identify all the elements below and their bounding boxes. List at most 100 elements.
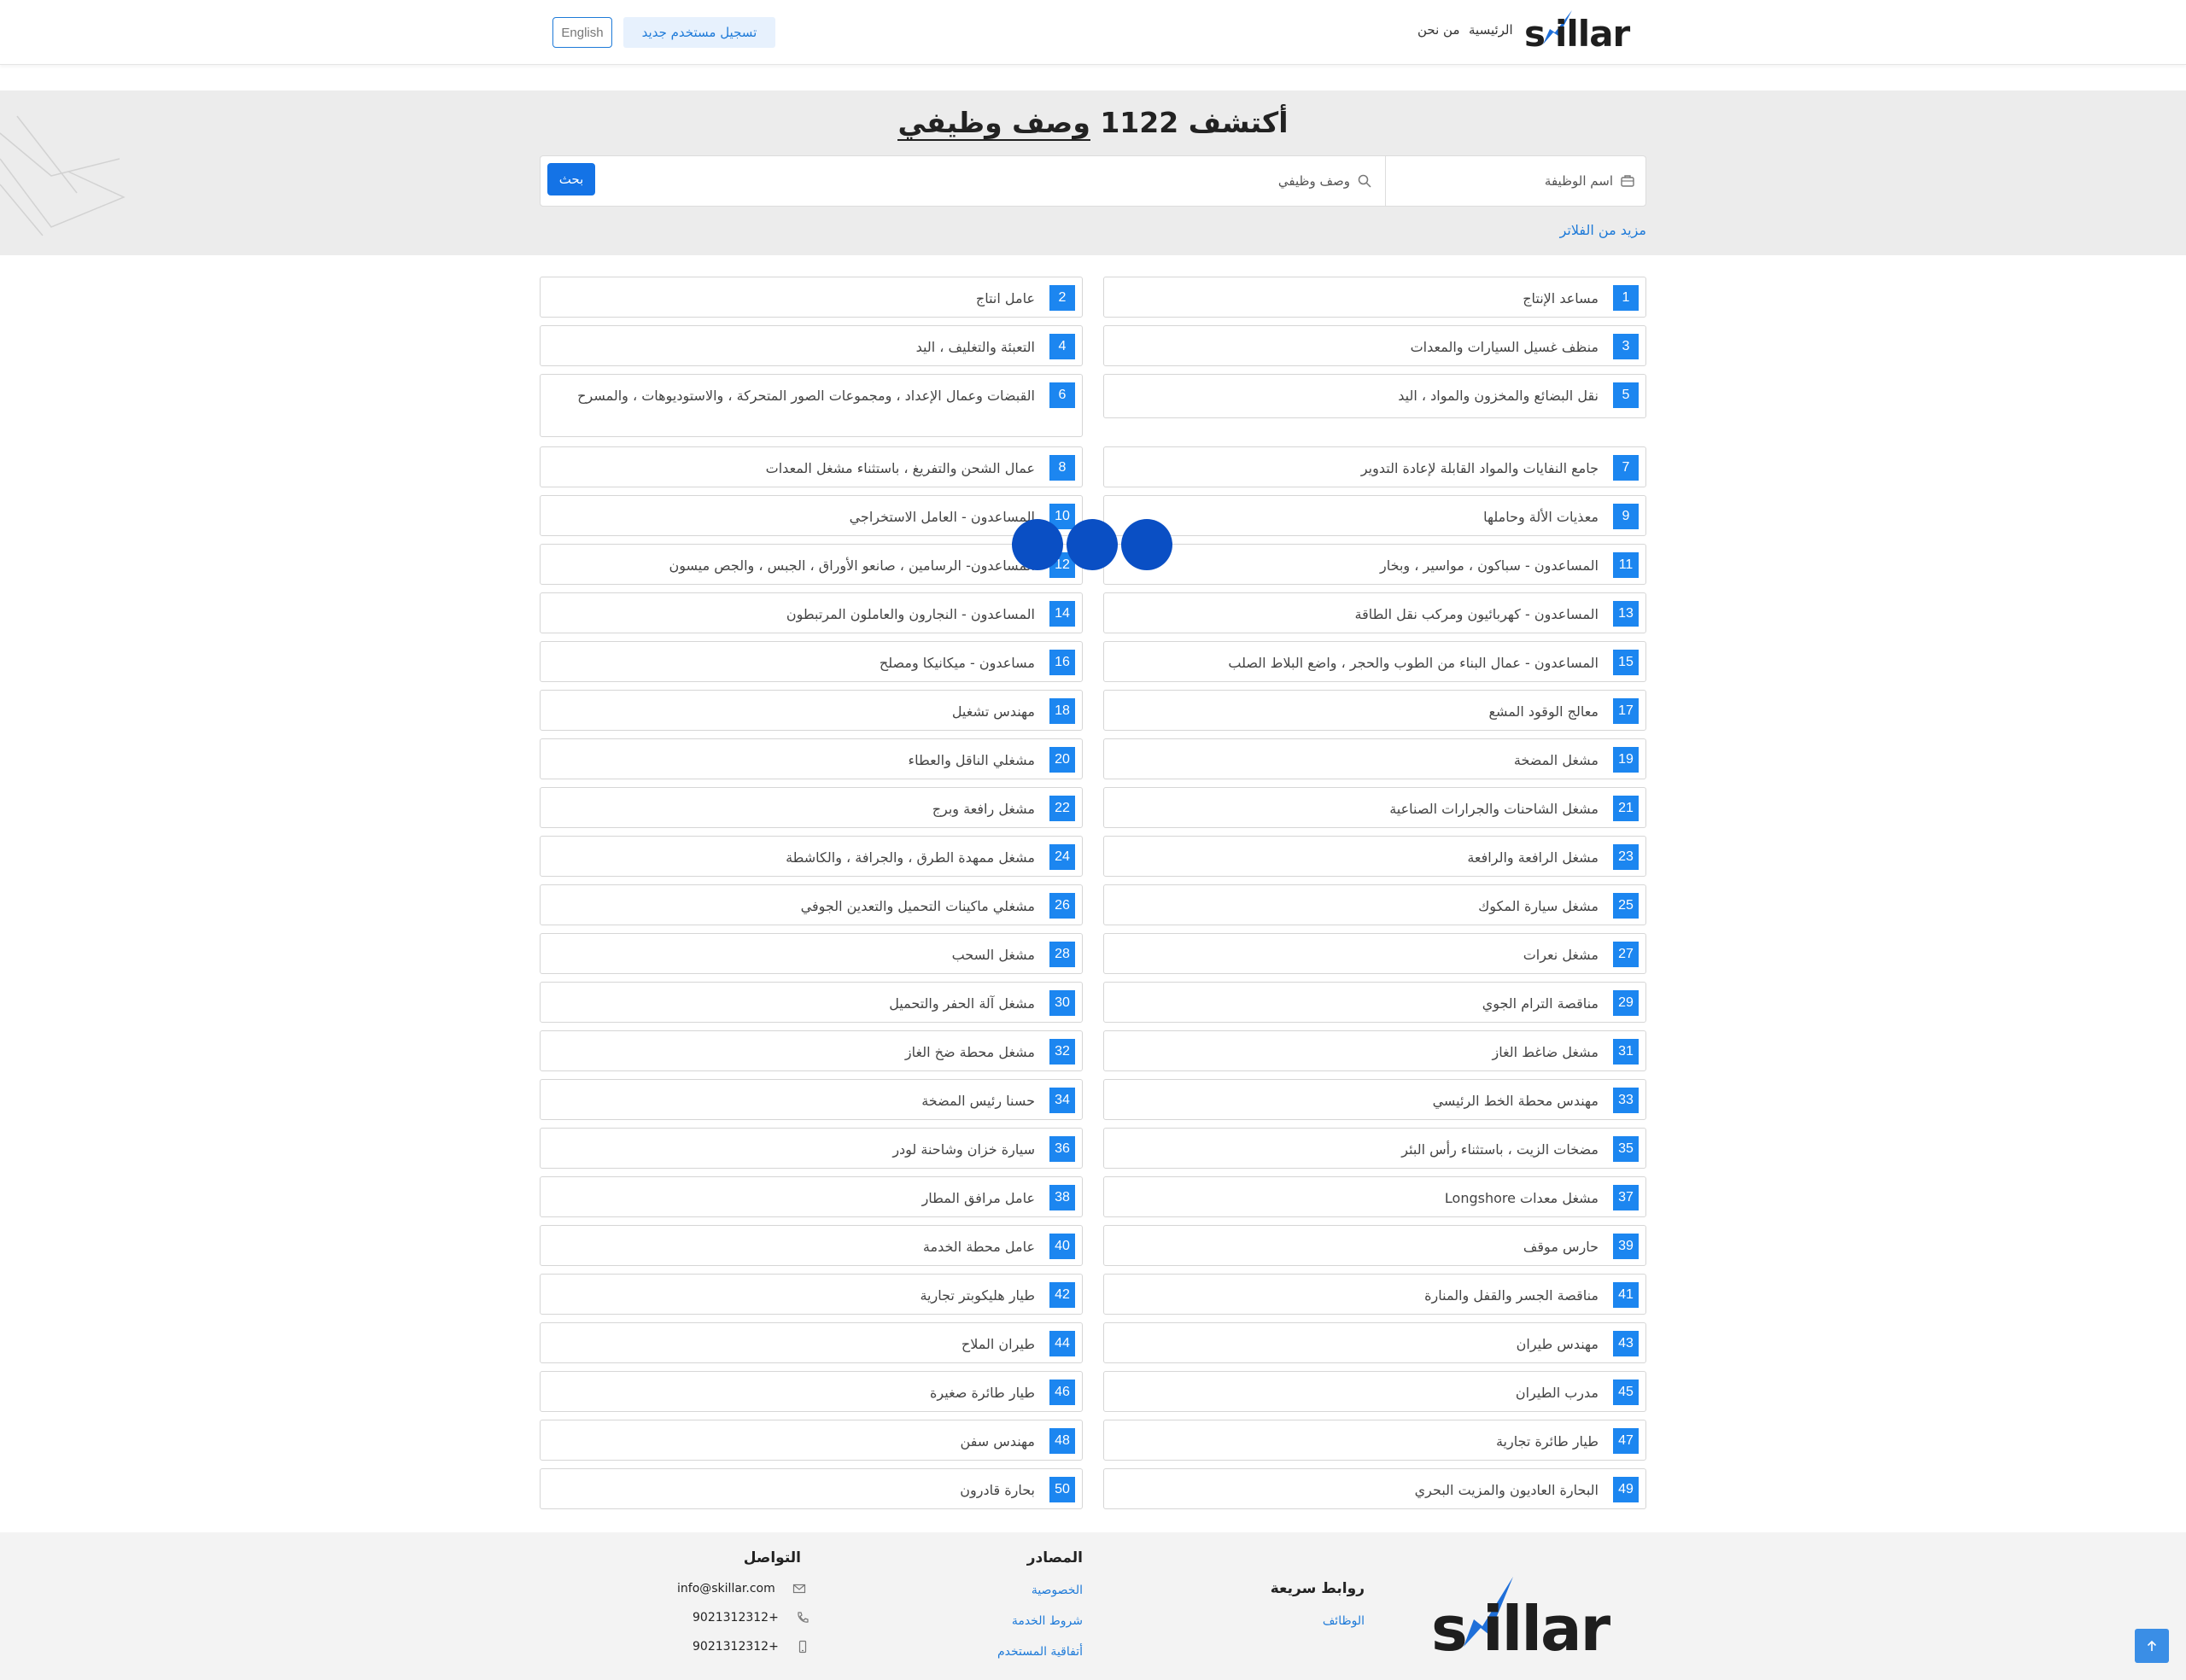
job-title-link[interactable]: طيار طائرة تجارية (1111, 1431, 1599, 1453)
job-card[interactable]: 34 حسنا رئيس المضخة (540, 1079, 1083, 1120)
job-title-link[interactable]: مشغل رافعة وبرج (547, 798, 1035, 820)
job-title-link[interactable]: عمال الشحن والتفريغ ، باستثناء مشغل المع… (547, 458, 1035, 480)
job-card[interactable]: 17 معالج الوقود المشع (1103, 690, 1646, 731)
job-card[interactable]: 15 المساعدون - عمال البناء من الطوب والحج… (1103, 641, 1646, 682)
footer-link-terms[interactable]: شروط الخدمة (997, 1614, 1083, 1628)
job-card[interactable]: 4 التعبئة والتغليف ، اليد (540, 325, 1083, 366)
job-title-link[interactable]: مشغل السحب (547, 944, 1035, 966)
job-card[interactable]: 9 معذيات الألة وحاملها (1103, 495, 1646, 536)
job-title-link[interactable]: بحارة قادرون (547, 1479, 1035, 1502)
job-card[interactable]: 6 القبضات وعمال الإعداد ، ومجموعات الصور … (540, 374, 1083, 437)
job-title-link[interactable]: طيار هليكوبتر تجارية (547, 1285, 1035, 1307)
job-card[interactable]: 29 مناقصة الترام الجوي (1103, 982, 1646, 1023)
job-card[interactable]: 35 مضخات الزيت ، باستثناء رأس البئر (1103, 1128, 1646, 1169)
job-title-link[interactable]: مناقصة الجسر والقفل والمنارة (1111, 1285, 1599, 1307)
footer-logo[interactable]: s illar (1431, 1566, 1645, 1665)
job-card[interactable]: 1 مساعد الإنتاج (1103, 277, 1646, 318)
job-title-link[interactable]: مهندس سفن (547, 1431, 1035, 1453)
footer-link-privacy[interactable]: الخصوصية (997, 1584, 1083, 1597)
job-title-link[interactable]: مشغل نعرات (1111, 944, 1599, 966)
job-title-link[interactable]: معالج الوقود المشع (1111, 701, 1599, 723)
job-title-link[interactable]: المساعدون - العامل الاستخراجي (547, 506, 1035, 528)
brand-logo[interactable]: s illar (1524, 7, 1686, 55)
job-card[interactable]: 3 منظف غسيل السيارات والمعدات (1103, 325, 1646, 366)
job-card[interactable]: 39 حارس موقف (1103, 1225, 1646, 1266)
job-title-link[interactable]: المساعدون - كهربائيون ومركب نقل الطاقة (1111, 604, 1599, 626)
job-card[interactable]: 5 نقل البضائع والمخزون والمواد ، اليد (1103, 374, 1646, 418)
job-title-link[interactable]: حارس موقف (1111, 1236, 1599, 1258)
job-card[interactable]: 42 طيار هليكوبتر تجارية (540, 1274, 1083, 1315)
job-card[interactable]: 21 مشغل الشاحنات والجرارات الصناعية (1103, 787, 1646, 828)
job-card[interactable]: 7 جامع النفايات والمواد القابلة لإعادة ال… (1103, 446, 1646, 487)
job-title-link[interactable]: مشغل ممهدة الطرق ، والجرافة ، والكاشطة (547, 847, 1035, 869)
job-title-link[interactable]: مشغلي الناقل والعطاء (547, 750, 1035, 772)
job-title-link[interactable]: حسنا رئيس المضخة (547, 1090, 1035, 1112)
job-card[interactable]: 10 المساعدون - العامل الاستخراجي (540, 495, 1083, 536)
job-card[interactable]: 46 طيار طائرة صغيرة (540, 1371, 1083, 1412)
language-switch-button[interactable]: English (552, 17, 612, 48)
job-card[interactable]: 38 عامل مرافق المطار (540, 1176, 1083, 1217)
job-card[interactable]: 11 المساعدون - سباكون ، مواسير ، وبخار (1103, 544, 1646, 585)
job-title-link[interactable]: مشغل ضاغط الغاز (1111, 1041, 1599, 1064)
job-title-link[interactable]: مشغلي ماكينات التحميل والتعدين الجوفي (547, 895, 1035, 918)
job-title-link[interactable]: مشغل المضخة (1111, 750, 1599, 772)
job-title-link[interactable]: مهندس طيران (1111, 1333, 1599, 1356)
job-title-link[interactable]: مساعد الإنتاج (1111, 288, 1599, 310)
nav-about-link[interactable]: من نحن (1417, 22, 1460, 38)
footer-link-user-agreement[interactable]: أتفاقية المستخدم (997, 1645, 1083, 1659)
job-card[interactable]: 33 مهندس محطة الخط الرئيسي (1103, 1079, 1646, 1120)
job-title-link[interactable]: المساعدون - عمال البناء من الطوب والحجر … (1111, 652, 1599, 674)
job-title-link[interactable]: مشغل الرافعة والرافعة (1111, 847, 1599, 869)
job-card[interactable]: 27 مشغل نعرات (1103, 933, 1646, 974)
job-title-link[interactable]: مشغل معدات Longshore (1111, 1187, 1599, 1210)
job-title-link[interactable]: المساعدون- الرسامين ، صانعو الأوراق ، ال… (547, 555, 1035, 577)
job-card[interactable]: 13 المساعدون - كهربائيون ومركب نقل الطاقة (1103, 592, 1646, 633)
job-title-link[interactable]: القبضات وعمال الإعداد ، ومجموعات الصور ا… (547, 385, 1035, 407)
job-card[interactable]: 2 عامل انتاج (540, 277, 1083, 318)
job-title-link[interactable]: مدرب الطيران (1111, 1382, 1599, 1404)
job-title-link[interactable]: منظف غسيل السيارات والمعدات (1111, 336, 1599, 359)
job-title-link[interactable]: المساعدون - النجارون والعاملون المرتبطون (547, 604, 1035, 626)
nav-home-link[interactable]: الرئيسية (1469, 22, 1513, 38)
job-description-input[interactable] (1145, 173, 1350, 189)
job-card[interactable]: 50 بحارة قادرون (540, 1468, 1083, 1509)
footer-link-jobs[interactable]: الوظائف (1271, 1614, 1365, 1628)
job-card[interactable]: 18 مهندس تشغيل (540, 690, 1083, 731)
job-name-input[interactable] (1408, 173, 1613, 189)
job-card[interactable]: 30 مشغل آلة الحفر والتحميل (540, 982, 1083, 1023)
job-card[interactable]: 32 مشغل محطة ضخ الغاز (540, 1030, 1083, 1071)
job-card[interactable]: 26 مشغلي ماكينات التحميل والتعدين الجوفي (540, 884, 1083, 925)
job-card[interactable]: 22 مشغل رافعة وبرج (540, 787, 1083, 828)
job-card[interactable]: 20 مشغلي الناقل والعطاء (540, 738, 1083, 779)
search-button[interactable]: بحث (547, 163, 595, 195)
more-filters-link[interactable]: مزيد من الفلاتر (1560, 222, 1646, 238)
job-card[interactable]: 48 مهندس سفن (540, 1420, 1083, 1461)
job-card[interactable]: 24 مشغل ممهدة الطرق ، والجرافة ، والكاشطة (540, 836, 1083, 877)
job-card[interactable]: 23 مشغل الرافعة والرافعة (1103, 836, 1646, 877)
job-card[interactable]: 28 مشغل السحب (540, 933, 1083, 974)
job-card[interactable]: 45 مدرب الطيران (1103, 1371, 1646, 1412)
job-title-link[interactable]: مهندس تشغيل (547, 701, 1035, 723)
job-card[interactable]: 8 عمال الشحن والتفريغ ، باستثناء مشغل الم… (540, 446, 1083, 487)
job-title-link[interactable]: عامل انتاج (547, 288, 1035, 310)
job-card[interactable]: 47 طيار طائرة تجارية (1103, 1420, 1646, 1461)
job-card[interactable]: 31 مشغل ضاغط الغاز (1103, 1030, 1646, 1071)
job-title-link[interactable]: البحارة العاديون والمزيت البحري (1111, 1479, 1599, 1502)
job-card[interactable]: 25 مشغل سيارة المكوك (1103, 884, 1646, 925)
job-card[interactable]: 44 طيران الملاح (540, 1322, 1083, 1363)
job-title-link[interactable]: المساعدون - سباكون ، مواسير ، وبخار (1111, 555, 1599, 577)
job-title-link[interactable]: عامل مرافق المطار (547, 1187, 1035, 1210)
job-title-link[interactable]: مشغل محطة ضخ الغاز (547, 1041, 1035, 1064)
job-title-link[interactable]: مضخات الزيت ، باستثناء رأس البئر (1111, 1139, 1599, 1161)
job-card[interactable]: 14 المساعدون - النجارون والعاملون المرتبط… (540, 592, 1083, 633)
job-title-link[interactable]: مشغل آلة الحفر والتحميل (547, 993, 1035, 1015)
job-title-link[interactable]: طيار طائرة صغيرة (547, 1382, 1035, 1404)
email-text[interactable]: info@skillar.com (677, 1582, 775, 1595)
job-card[interactable]: 16 مساعدون - ميكانيكا ومصلح (540, 641, 1083, 682)
job-title-link[interactable]: عامل محطة الخدمة (547, 1236, 1035, 1258)
job-title-link[interactable]: سيارة خزان وشاحنة لودر (547, 1139, 1035, 1161)
job-title-link[interactable]: جامع النفايات والمواد القابلة لإعادة الت… (1111, 458, 1599, 480)
register-button[interactable]: تسجيل مستخدم جديد (623, 17, 775, 48)
job-card[interactable]: 40 عامل محطة الخدمة (540, 1225, 1083, 1266)
job-card[interactable]: 37 مشغل معدات Longshore (1103, 1176, 1646, 1217)
